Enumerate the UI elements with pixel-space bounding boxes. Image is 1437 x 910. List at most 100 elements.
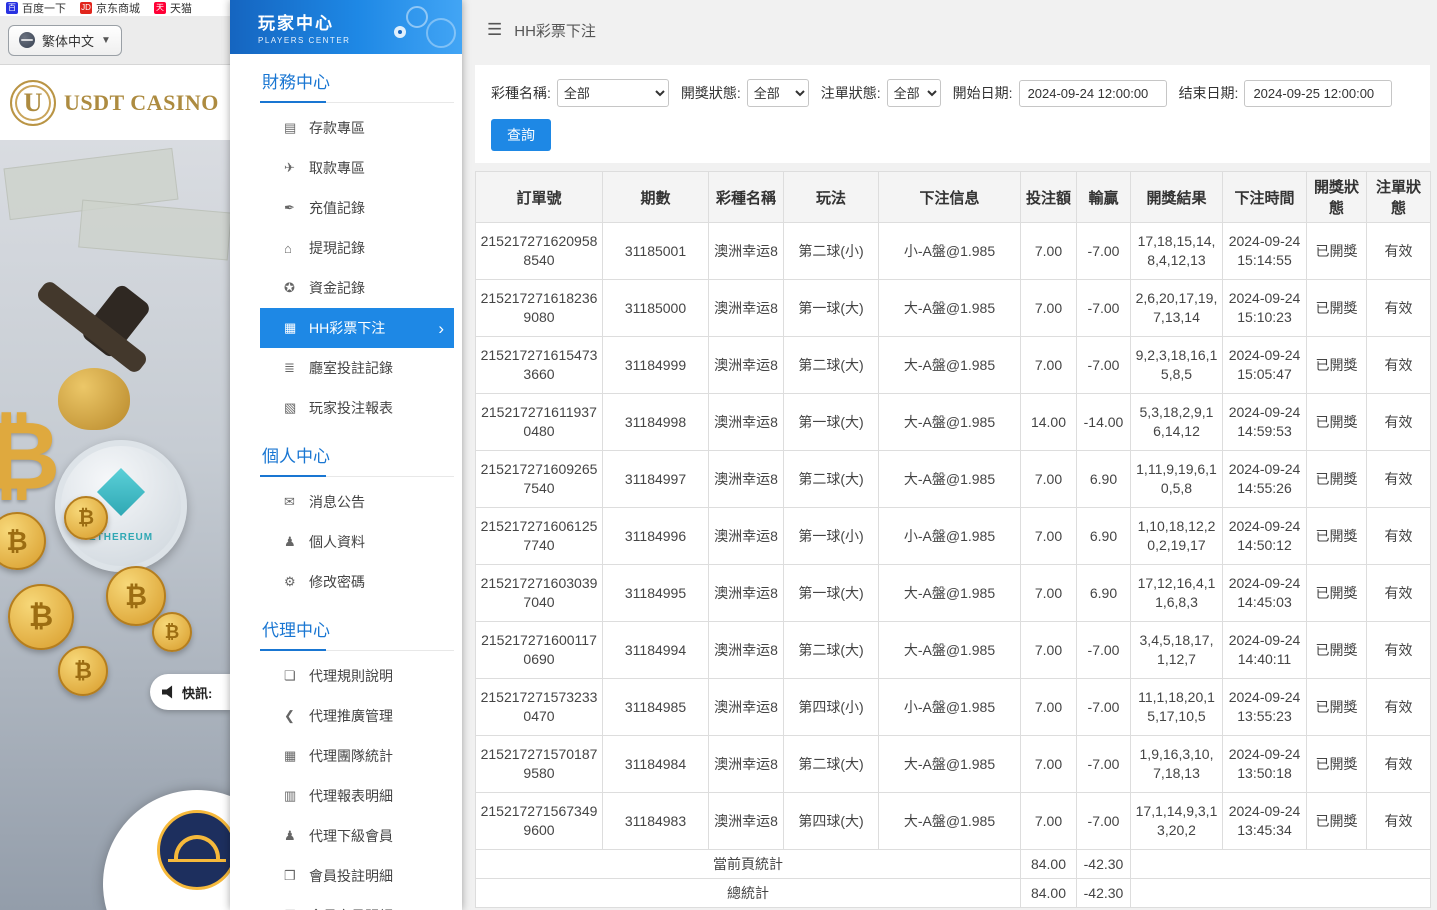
table-cell: 澳洲幸运8 [709,223,784,280]
table-cell: 第二球(大) [784,337,879,394]
table-cell: 31184994 [603,622,709,679]
password-gear-icon: ⚙ [284,574,309,590]
sidebar-item-announcements[interactable]: ✉消息公告 [260,482,454,522]
column-header: 投注額 [1021,172,1077,223]
search-button[interactable]: 查詢 [491,119,551,151]
table-cell: 已開獎 [1307,793,1367,850]
table-cell: 第一球(大) [784,394,879,451]
table-cell: 2024-09-24 15:05:47 [1223,337,1307,394]
sidebar-item-withdraw[interactable]: ✈取款專區 [260,148,454,188]
table-cell: 有效 [1367,793,1431,850]
table-cell: 第二球(小) [784,223,879,280]
sidebar-item-profile[interactable]: ♟個人資料 [260,522,454,562]
sidebar-item-agent-report-detail[interactable]: ▥代理報表明細 [260,776,454,816]
table-cell: 第二球(大) [784,622,879,679]
table-cell: 有效 [1367,451,1431,508]
table-cell: 大-A盤@1.985 [879,394,1021,451]
sidebar-item-room-bet-records[interactable]: ≣廳室投註記錄 [260,348,454,388]
bookmark-item[interactable]: 天天猫 [154,0,192,16]
bridge-arch-icon [174,835,220,859]
sidebar-item-withdrawal-records[interactable]: ⌂提現記錄 [260,228,454,268]
content-topbar: ☰ HH彩票下注 [462,0,1437,60]
table-cell: 7.00 [1021,451,1077,508]
table-cell: 31184999 [603,337,709,394]
table-cell: 澳洲幸运8 [709,280,784,337]
site-logo[interactable]: U USDT CASINO [0,65,230,140]
sidebar-item-member-transaction-detail[interactable]: ❒會員交易明細 [260,896,454,910]
language-label: 繁体中文 [42,31,94,50]
table-cell: 小-A盤@1.985 [879,679,1021,736]
sidebar-item-player-bet-report[interactable]: ▧玩家投注報表 [260,388,454,428]
sidebar-section: 財務中心▤存款專區✈取款專區✒充值記錄⌂提現記錄✪資金記錄▦HH彩票下注›≣廳室… [260,54,454,428]
table-cell: 31184985 [603,679,709,736]
sidebar-item-label: 取款專區 [309,158,365,178]
share-icon: ❮ [284,708,309,724]
summary-row: 當前頁統計84.00-42.30 [476,850,1431,879]
table-cell: 2152172716061257740 [476,508,603,565]
table-cell: 7.00 [1021,622,1077,679]
summary-empty-cell [1131,850,1431,879]
order-status-select[interactable]: 全部 [887,79,941,107]
menu-toggle-icon[interactable]: ☰ [487,20,502,40]
end-date-label: 结束日期: [1179,83,1239,103]
sidebar-item-deposit[interactable]: ▤存款專區 [260,108,454,148]
table-cell: 7.00 [1021,280,1077,337]
floating-service-button[interactable] [103,790,230,910]
table-cell: -7.00 [1077,679,1131,736]
table-row: 215217271606125774031184996澳洲幸运8第一球(小)小-… [476,508,1431,565]
hero-banner: ₿ ETHEREUM ₿ ₿ ₿ ₿ ₿ ₿ 快訊: [0,140,230,910]
bookmark-item[interactable]: JD京东商城 [80,0,140,16]
table-row: 215217271615473366031184999澳洲幸运8第二球(大)大-… [476,337,1431,394]
column-header: 下注時間 [1223,172,1307,223]
table-cell: 第一球(大) [784,565,879,622]
table-cell: 1,10,18,12,20,2,19,17 [1131,508,1223,565]
table-cell: 大-A盤@1.985 [879,736,1021,793]
sidebar-item-agent-rules[interactable]: ❏代理規則說明 [260,656,454,696]
table-cell: -7.00 [1077,223,1131,280]
sidebar-item-label: 修改密碼 [309,572,365,592]
sidebar-item-agent-sub-members[interactable]: ♟代理下級會員 [260,816,454,856]
section-title: 代理中心 [260,602,454,651]
speaker-icon [162,685,176,699]
bookmark-item[interactable]: 百百度一下 [6,0,66,16]
language-selector[interactable]: 繁体中文 ▼ [8,25,122,56]
sidebar-item-recharge-records[interactable]: ✒充值記錄 [260,188,454,228]
table-cell: 2024-09-24 14:45:03 [1223,565,1307,622]
lottery-name-select[interactable]: 全部 [557,79,669,107]
sidebar-item-agent-team-stats[interactable]: ▦代理團隊統計 [260,736,454,776]
table-cell: 大-A盤@1.985 [879,337,1021,394]
table-cell: 2152172716209588540 [476,223,603,280]
announcements-icon: ✉ [284,494,309,510]
column-header: 下注信息 [879,172,1021,223]
draw-status-select[interactable]: 全部 [747,79,809,107]
end-date-input[interactable] [1244,80,1392,107]
sidebar-item-change-password[interactable]: ⚙修改密碼 [260,562,454,602]
sidebar-item-funds-records[interactable]: ✪資金記錄 [260,268,454,308]
table-cell: 澳洲幸运8 [709,508,784,565]
bookmark-label: 天猫 [170,0,192,16]
withdraw-icon: ✈ [284,160,309,176]
lottery-name-label: 彩種名稱: [491,83,551,103]
sidebar-item-hh-lottery-bets[interactable]: ▦HH彩票下注› [260,308,454,348]
table-cell: 7.00 [1021,508,1077,565]
table-cell: 已開獎 [1307,508,1367,565]
table-cell: 2152172716092657540 [476,451,603,508]
table-cell: 有效 [1367,337,1431,394]
table-cell: 已開獎 [1307,394,1367,451]
page-title: HH彩票下注 [514,20,596,41]
sidebar-item-member-bet-detail[interactable]: ❒會員投註明細 [260,856,454,896]
sidebar-item-agent-promotion[interactable]: ❮代理推廣管理 [260,696,454,736]
table-cell: 大-A盤@1.985 [879,280,1021,337]
table-cell: 2152172716182369080 [476,280,603,337]
table-cell: 有效 [1367,736,1431,793]
table-cell: 7.00 [1021,223,1077,280]
table-cell: 澳洲幸运8 [709,736,784,793]
bitcoin-symbol-icon: ₿ [0,402,60,512]
summary-label: 總統計 [476,879,1021,908]
column-header: 期數 [603,172,709,223]
start-date-input[interactable] [1019,80,1167,107]
sidebar-item-label: 代理規則說明 [309,666,393,686]
table-cell: 7.00 [1021,736,1077,793]
table-cell: -7.00 [1077,337,1131,394]
room-bets-icon: ≣ [284,360,309,376]
